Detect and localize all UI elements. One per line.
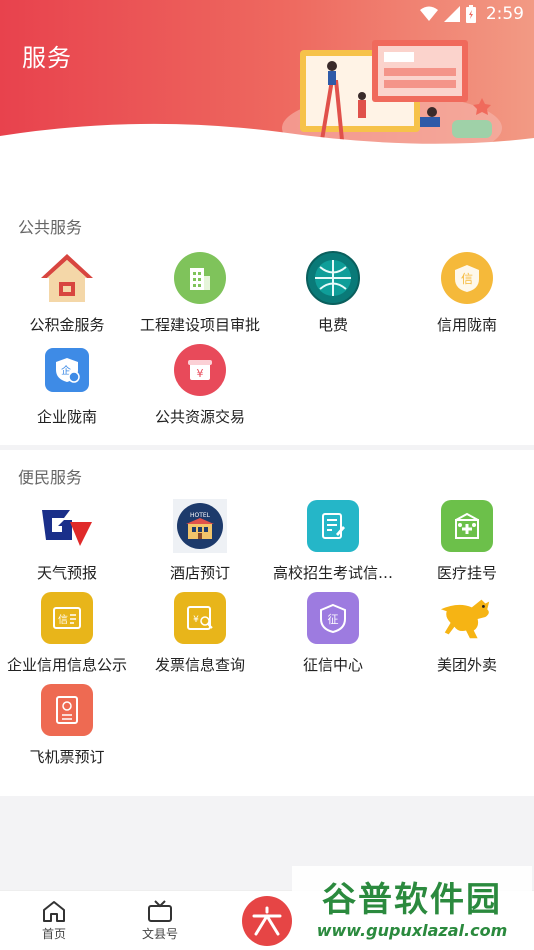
service-invoice-query[interactable]: ¥ 发票信息查询 [133,590,267,682]
svg-text:征: 征 [328,613,339,626]
watermark-url: www.gupuxlazal.com [316,921,508,940]
header-wave [0,123,534,160]
service-hotel-booking[interactable]: HOTEL 酒店预订 [133,498,267,590]
service-enterprise-longnan[interactable]: 企 企业陇南 [0,342,134,434]
header-banner: 2:59 服务 [0,0,534,160]
public-services-section: 公共服务 公积金服务 工程建设项目审批 电费 信 信用陇南 企 企业陇南 ¥ 公… [0,200,534,445]
svg-text:信: 信 [58,614,68,626]
service-construction-approval[interactable]: 工程建设项目审批 [133,250,267,342]
service-college-exam-info[interactable]: 高校招生考试信… [266,498,400,590]
service-label: 信用陇南 [436,316,497,334]
service-label: 酒店预订 [169,564,230,582]
nav-county[interactable]: 文县号 [120,899,200,942]
svg-text:¥: ¥ [197,367,204,380]
center-logo-button[interactable] [242,896,292,946]
service-enterprise-credit-publicity[interactable]: 信 企业信用信息公示 [0,590,134,682]
medical-icon [439,498,495,554]
service-flight-booking[interactable]: 飞机票预订 [0,682,134,774]
tv-icon [148,900,172,922]
service-label: 企业陇南 [36,408,97,426]
section-title: 公共服务 [18,218,83,237]
status-bar: 2:59 [419,2,524,26]
weather-logo-icon [39,498,95,554]
page-title: 服务 [22,44,72,72]
service-label: 工程建设项目审批 [139,316,260,334]
service-label: 天气预报 [36,564,97,582]
credit-badge-icon: 信 [439,250,495,306]
home-icon [43,901,65,922]
meituan-kangaroo-icon [439,590,495,646]
nav-home[interactable]: 首页 [14,899,94,942]
service-credit-center[interactable]: 征 征信中心 [266,590,400,682]
nav-home-label: 首页 [41,927,66,941]
service-label: 企业信用信息公示 [6,656,127,674]
service-label: 美团外卖 [436,656,497,674]
section-title: 便民服务 [18,468,83,487]
logo-icon [252,906,282,936]
service-electricity[interactable]: 电费 [266,250,400,342]
exam-document-icon [305,498,361,554]
building-icon [172,250,228,306]
service-label: 公共资源交易 [154,408,245,426]
enterprise-shield-icon: 企 [39,342,95,398]
nav-county-label: 文县号 [141,927,178,941]
svg-text:信: 信 [461,272,473,286]
yuan-box-icon: ¥ [172,342,228,398]
service-public-resource-trading[interactable]: ¥ 公共资源交易 [133,342,267,434]
service-weather[interactable]: 天气预报 [0,498,134,590]
service-label: 公积金服务 [29,316,105,334]
service-label: 电费 [317,316,348,334]
state-grid-logo-icon [305,250,361,306]
house-icon [39,250,95,306]
flight-ticket-icon [39,682,95,738]
credit-info-icon: 信 [39,590,95,646]
wifi-icon [419,6,438,21]
invoice-icon: ¥ [172,590,228,646]
service-medical-registration[interactable]: 医疗挂号 [400,498,534,590]
svg-text:¥: ¥ [193,615,199,625]
watermark-title: 谷普软件园 [322,880,502,920]
status-time: 2:59 [485,4,524,24]
service-label: 医疗挂号 [436,564,497,582]
service-housing-fund[interactable]: 公积金服务 [0,250,134,342]
credit-center-icon: 征 [305,590,361,646]
watermark: 谷普软件园 www.gupuxlazal.com [292,866,532,946]
service-label: 发票信息查询 [154,656,245,674]
service-label: 飞机票预订 [29,748,105,766]
signal-icon [443,6,460,22]
service-meituan-delivery[interactable]: 美团外卖 [400,590,534,682]
service-label: 高校招生考试信… [272,564,393,582]
convenience-services-section: 便民服务 天气预报 HOTEL 酒店预订 高校招生考试信… 医疗挂号 信 企业信… [0,450,534,796]
battery-icon [465,5,476,23]
service-credit-longnan[interactable]: 信 信用陇南 [400,250,534,342]
svg-text:HOTEL: HOTEL [190,512,211,519]
hotel-icon: HOTEL [172,498,228,554]
service-label: 征信中心 [302,656,363,674]
